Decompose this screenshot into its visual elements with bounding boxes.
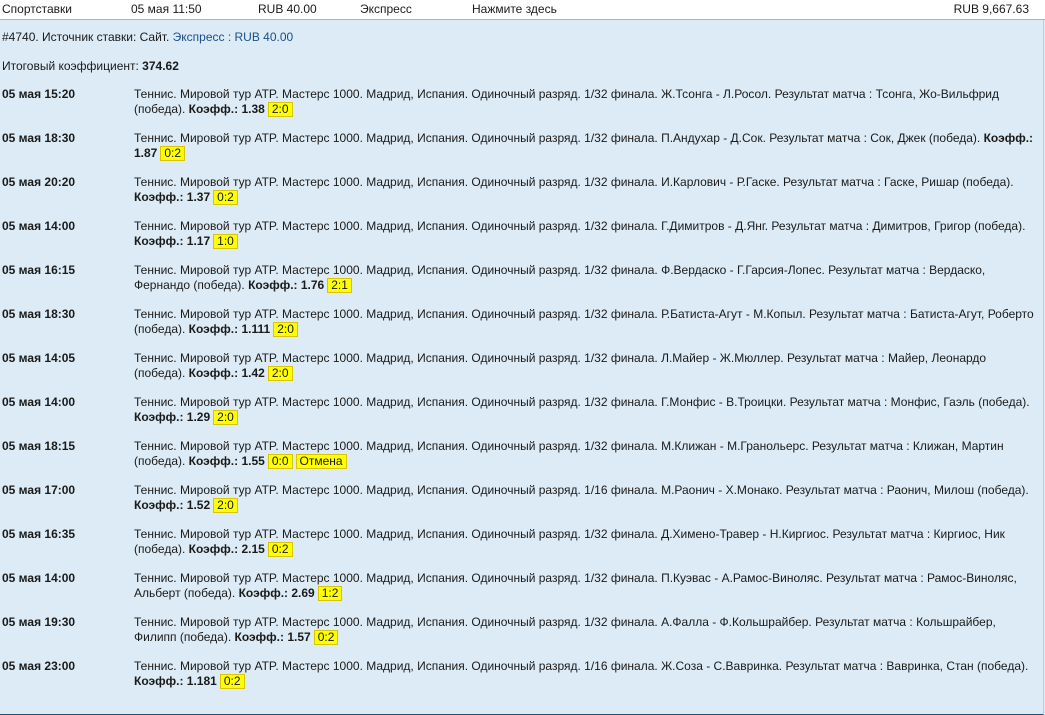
coef-value: 1.17 [186,234,211,248]
coef-value: 1.181 [186,674,217,688]
coef-label: Коэфф.: [134,498,184,512]
coef-value: 1.76 [300,278,325,292]
coef-label: Коэфф.: [248,278,298,292]
bet-description: Теннис. Мировой тур ATP. Мастерс 1000. М… [134,659,1039,689]
score-badge: 0:2 [219,674,245,689]
cancel-badge: Отмена [295,454,347,469]
bet-time: 05 мая 14:00 [2,571,76,585]
bet-time: 05 мая 16:15 [2,263,76,277]
bet-express-link[interactable]: Экспресс : RUB 40.00 [173,30,294,44]
score-badge: 1:2 [317,586,343,601]
bet-event-text: Теннис. Мировой тур ATP. Мастерс 1000. М… [134,395,1030,409]
bet-date-label: 05 мая 11:50 [131,2,202,16]
score-badge: 0:2 [313,630,339,645]
bet-time: 05 мая 18:30 [2,307,76,321]
bet-time: 05 мая 14:05 [2,351,76,365]
bet-description: Теннис. Мировой тур ATP. Мастерс 1000. М… [134,615,1039,645]
bet-kind-label: Экспресс [360,2,412,16]
bet-time: 05 мая 16:35 [2,527,76,541]
coef-label: Коэфф.: [188,102,239,116]
bet-description: Теннис. Мировой тур ATP. Мастерс 1000. М… [134,439,1039,469]
score-badge: 2:0 [267,366,293,381]
total-coefficient-label: Итоговый коэффициент: [2,59,139,73]
coef-label: Коэфф.: [134,190,184,204]
bet-event-text: Теннис. Мировой тур ATP. Мастерс 1000. М… [134,659,1029,673]
coef-value: 1.42 [241,366,265,380]
coef-label: Коэфф.: [134,234,184,248]
coef-value: 1.87 [134,146,158,160]
bet-event-text: Теннис. Мировой тур ATP. Мастерс 1000. М… [134,219,1026,233]
bet-time: 05 мая 14:00 [2,219,76,233]
coef-value: 2.69 [291,586,315,600]
coef-value: 1.38 [241,102,265,116]
coef-label: Коэфф.: [188,366,239,380]
score-badge: 2:0 [273,322,298,337]
bet-time: 05 мая 17:00 [2,483,76,497]
score-badge: 2:0 [267,102,293,117]
bet-description: Теннис. Мировой тур ATP. Мастерс 1000. М… [134,395,1039,425]
coef-value: 1.55 [241,454,265,468]
bet-event-text: Теннис. Мировой тур ATP. Мастерс 1000. М… [134,483,1029,497]
bet-time: 05 мая 15:20 [2,87,76,101]
bet-source-text: #4740. Источник ставки: Сайт. [2,30,170,44]
total-coefficient-line: Итоговый коэффициент: 374.62 [2,59,179,73]
coef-label: Коэфф.: [234,630,284,644]
score-badge: 0:2 [267,542,293,557]
bet-time: 05 мая 23:00 [2,659,76,673]
bet-source-line: #4740. Источник ставки: Сайт. Экспресс :… [2,30,293,44]
coef-label: Коэфф.: [134,674,184,688]
coef-value: 1.111 [241,322,271,336]
coef-value: 1.52 [186,498,211,512]
total-coefficient-value: 374.62 [142,59,179,73]
click-here-link[interactable]: Нажмите здесь [472,2,557,16]
score-badge: 2:0 [213,410,238,425]
bet-stake-label: RUB 40.00 [258,2,317,16]
score-badge: 0:2 [160,146,186,161]
bet-description: Теннис. Мировой тур ATP. Мастерс 1000. М… [134,131,1039,161]
coef-value: 1.29 [186,410,211,424]
bet-type-label: Спортставки [2,2,72,16]
bet-details-panel: #4740. Источник ставки: Сайт. Экспресс :… [0,20,1044,715]
coef-value: 2.15 [241,542,265,556]
coef-label: Коэфф.: [983,131,1034,145]
coef-value: 1.37 [186,190,211,204]
bet-event-text: Теннис. Мировой тур ATP. Мастерс 1000. М… [134,131,981,145]
coef-label: Коэфф.: [188,454,239,468]
score-badge: 2:0 [213,498,238,513]
coef-label: Коэфф.: [134,410,184,424]
bet-event-text: Теннис. Мировой тур ATP. Мастерс 1000. М… [134,175,1014,189]
coef-label: Коэфф.: [238,586,289,600]
score-badge: 2:1 [327,278,352,293]
bet-description: Теннис. Мировой тур ATP. Мастерс 1000. М… [134,175,1039,205]
bet-time: 05 мая 19:30 [2,615,76,629]
bet-description: Теннис. Мировой тур ATP. Мастерс 1000. М… [134,219,1039,249]
bet-description: Теннис. Мировой тур ATP. Мастерс 1000. М… [134,571,1039,601]
bet-description: Теннис. Мировой тур ATP. Мастерс 1000. М… [134,483,1039,513]
bet-time: 05 мая 18:15 [2,439,76,453]
score-badge: 1:0 [213,234,238,249]
bet-description: Теннис. Мировой тур ATP. Мастерс 1000. М… [134,263,1039,293]
bet-time: 05 мая 14:00 [2,395,76,409]
coef-label: Коэфф.: [188,322,239,336]
bet-description: Теннис. Мировой тур ATP. Мастерс 1000. М… [134,351,1039,381]
coef-value: 1.57 [287,630,311,644]
bet-description: Теннис. Мировой тур ATP. Мастерс 1000. М… [134,307,1039,337]
balance-label: RUB 9,667.63 [953,2,1029,16]
bet-time: 05 мая 20:20 [2,175,76,189]
coef-label: Коэфф.: [188,542,239,556]
bet-description: Теннис. Мировой тур ATP. Мастерс 1000. М… [134,527,1039,557]
score-badge: 0:2 [213,190,238,205]
score-badge: 0:0 [267,454,293,469]
bet-description: Теннис. Мировой тур ATP. Мастерс 1000. М… [134,87,1039,117]
bet-time: 05 мая 18:30 [2,131,76,145]
bet-summary-bar[interactable]: Спортставки 05 мая 11:50 RUB 40.00 Экспр… [0,0,1045,20]
